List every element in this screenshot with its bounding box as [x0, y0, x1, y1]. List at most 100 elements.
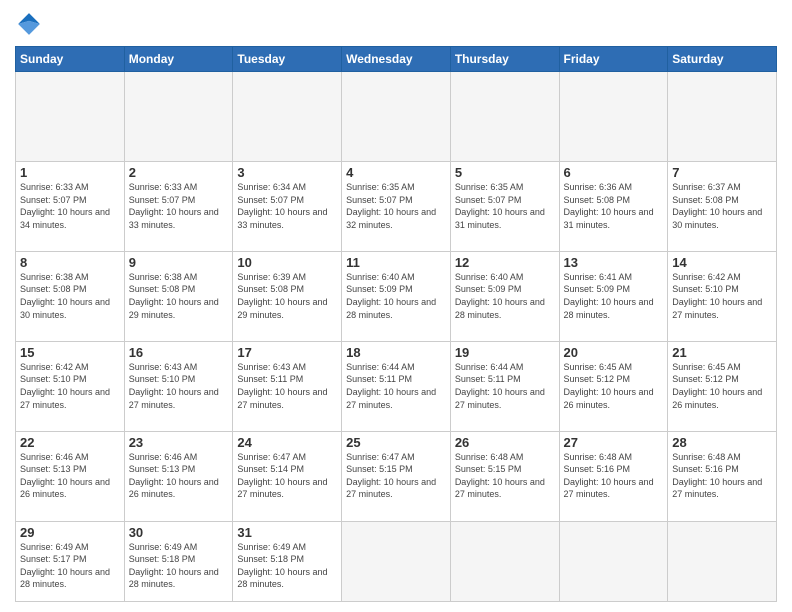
- day-number: 23: [129, 435, 229, 450]
- table-cell: 19Sunrise: 6:44 AMSunset: 5:11 PMDayligh…: [450, 341, 559, 431]
- day-number: 4: [346, 165, 446, 180]
- table-cell: [233, 72, 342, 162]
- day-info: Sunrise: 6:49 AMSunset: 5:18 PMDaylight:…: [129, 541, 229, 591]
- day-info: Sunrise: 6:41 AMSunset: 5:09 PMDaylight:…: [564, 271, 664, 321]
- day-info: Sunrise: 6:36 AMSunset: 5:08 PMDaylight:…: [564, 181, 664, 231]
- day-info: Sunrise: 6:42 AMSunset: 5:10 PMDaylight:…: [672, 271, 772, 321]
- day-number: 1: [20, 165, 120, 180]
- day-number: 18: [346, 345, 446, 360]
- table-cell: 31Sunrise: 6:49 AMSunset: 5:18 PMDayligh…: [233, 521, 342, 601]
- day-number: 13: [564, 255, 664, 270]
- table-cell: 27Sunrise: 6:48 AMSunset: 5:16 PMDayligh…: [559, 431, 668, 521]
- day-number: 14: [672, 255, 772, 270]
- col-friday: Friday: [559, 47, 668, 72]
- day-number: 19: [455, 345, 555, 360]
- day-info: Sunrise: 6:49 AMSunset: 5:18 PMDaylight:…: [237, 541, 337, 591]
- day-number: 28: [672, 435, 772, 450]
- table-cell: 4Sunrise: 6:35 AMSunset: 5:07 PMDaylight…: [342, 161, 451, 251]
- table-cell: [124, 72, 233, 162]
- day-info: Sunrise: 6:48 AMSunset: 5:15 PMDaylight:…: [455, 451, 555, 501]
- table-cell: [342, 72, 451, 162]
- day-number: 31: [237, 525, 337, 540]
- table-cell: 26Sunrise: 6:48 AMSunset: 5:15 PMDayligh…: [450, 431, 559, 521]
- day-info: Sunrise: 6:44 AMSunset: 5:11 PMDaylight:…: [455, 361, 555, 411]
- day-number: 29: [20, 525, 120, 540]
- table-cell: 1Sunrise: 6:33 AMSunset: 5:07 PMDaylight…: [16, 161, 125, 251]
- logo: [15, 10, 47, 38]
- day-number: 10: [237, 255, 337, 270]
- table-cell: 29Sunrise: 6:49 AMSunset: 5:17 PMDayligh…: [16, 521, 125, 601]
- table-cell: 5Sunrise: 6:35 AMSunset: 5:07 PMDaylight…: [450, 161, 559, 251]
- day-number: 24: [237, 435, 337, 450]
- day-number: 25: [346, 435, 446, 450]
- day-number: 7: [672, 165, 772, 180]
- table-cell: 11Sunrise: 6:40 AMSunset: 5:09 PMDayligh…: [342, 251, 451, 341]
- table-cell: [450, 72, 559, 162]
- day-number: 15: [20, 345, 120, 360]
- calendar-header-row: Sunday Monday Tuesday Wednesday Thursday…: [16, 47, 777, 72]
- col-saturday: Saturday: [668, 47, 777, 72]
- day-info: Sunrise: 6:43 AMSunset: 5:11 PMDaylight:…: [237, 361, 337, 411]
- table-cell: 10Sunrise: 6:39 AMSunset: 5:08 PMDayligh…: [233, 251, 342, 341]
- col-wednesday: Wednesday: [342, 47, 451, 72]
- day-info: Sunrise: 6:34 AMSunset: 5:07 PMDaylight:…: [237, 181, 337, 231]
- day-number: 26: [455, 435, 555, 450]
- page: Sunday Monday Tuesday Wednesday Thursday…: [0, 0, 792, 612]
- day-info: Sunrise: 6:47 AMSunset: 5:14 PMDaylight:…: [237, 451, 337, 501]
- day-number: 20: [564, 345, 664, 360]
- day-number: 12: [455, 255, 555, 270]
- table-cell: 23Sunrise: 6:46 AMSunset: 5:13 PMDayligh…: [124, 431, 233, 521]
- table-cell: 20Sunrise: 6:45 AMSunset: 5:12 PMDayligh…: [559, 341, 668, 431]
- col-monday: Monday: [124, 47, 233, 72]
- day-info: Sunrise: 6:35 AMSunset: 5:07 PMDaylight:…: [455, 181, 555, 231]
- table-cell: 30Sunrise: 6:49 AMSunset: 5:18 PMDayligh…: [124, 521, 233, 601]
- table-cell: [668, 72, 777, 162]
- table-cell: 2Sunrise: 6:33 AMSunset: 5:07 PMDaylight…: [124, 161, 233, 251]
- day-info: Sunrise: 6:43 AMSunset: 5:10 PMDaylight:…: [129, 361, 229, 411]
- day-info: Sunrise: 6:38 AMSunset: 5:08 PMDaylight:…: [20, 271, 120, 321]
- day-info: Sunrise: 6:35 AMSunset: 5:07 PMDaylight:…: [346, 181, 446, 231]
- table-cell: 24Sunrise: 6:47 AMSunset: 5:14 PMDayligh…: [233, 431, 342, 521]
- table-cell: 28Sunrise: 6:48 AMSunset: 5:16 PMDayligh…: [668, 431, 777, 521]
- table-cell: [559, 72, 668, 162]
- table-cell: [559, 521, 668, 601]
- table-cell: 22Sunrise: 6:46 AMSunset: 5:13 PMDayligh…: [16, 431, 125, 521]
- table-cell: 9Sunrise: 6:38 AMSunset: 5:08 PMDaylight…: [124, 251, 233, 341]
- table-cell: 12Sunrise: 6:40 AMSunset: 5:09 PMDayligh…: [450, 251, 559, 341]
- table-cell: 17Sunrise: 6:43 AMSunset: 5:11 PMDayligh…: [233, 341, 342, 431]
- table-cell: 14Sunrise: 6:42 AMSunset: 5:10 PMDayligh…: [668, 251, 777, 341]
- day-info: Sunrise: 6:38 AMSunset: 5:08 PMDaylight:…: [129, 271, 229, 321]
- day-number: 5: [455, 165, 555, 180]
- col-tuesday: Tuesday: [233, 47, 342, 72]
- table-cell: 6Sunrise: 6:36 AMSunset: 5:08 PMDaylight…: [559, 161, 668, 251]
- day-number: 21: [672, 345, 772, 360]
- day-number: 22: [20, 435, 120, 450]
- day-number: 2: [129, 165, 229, 180]
- day-info: Sunrise: 6:40 AMSunset: 5:09 PMDaylight:…: [346, 271, 446, 321]
- col-sunday: Sunday: [16, 47, 125, 72]
- day-info: Sunrise: 6:45 AMSunset: 5:12 PMDaylight:…: [672, 361, 772, 411]
- day-info: Sunrise: 6:44 AMSunset: 5:11 PMDaylight:…: [346, 361, 446, 411]
- day-number: 16: [129, 345, 229, 360]
- table-cell: 8Sunrise: 6:38 AMSunset: 5:08 PMDaylight…: [16, 251, 125, 341]
- table-cell: 16Sunrise: 6:43 AMSunset: 5:10 PMDayligh…: [124, 341, 233, 431]
- day-number: 11: [346, 255, 446, 270]
- col-thursday: Thursday: [450, 47, 559, 72]
- table-cell: 7Sunrise: 6:37 AMSunset: 5:08 PMDaylight…: [668, 161, 777, 251]
- day-info: Sunrise: 6:39 AMSunset: 5:08 PMDaylight:…: [237, 271, 337, 321]
- day-info: Sunrise: 6:37 AMSunset: 5:08 PMDaylight:…: [672, 181, 772, 231]
- table-cell: 13Sunrise: 6:41 AMSunset: 5:09 PMDayligh…: [559, 251, 668, 341]
- day-info: Sunrise: 6:48 AMSunset: 5:16 PMDaylight:…: [672, 451, 772, 501]
- calendar-table: Sunday Monday Tuesday Wednesday Thursday…: [15, 46, 777, 602]
- table-cell: 18Sunrise: 6:44 AMSunset: 5:11 PMDayligh…: [342, 341, 451, 431]
- table-cell: [342, 521, 451, 601]
- day-info: Sunrise: 6:46 AMSunset: 5:13 PMDaylight:…: [129, 451, 229, 501]
- header: [15, 10, 777, 38]
- day-info: Sunrise: 6:49 AMSunset: 5:17 PMDaylight:…: [20, 541, 120, 591]
- table-cell: [668, 521, 777, 601]
- day-number: 6: [564, 165, 664, 180]
- table-cell: 3Sunrise: 6:34 AMSunset: 5:07 PMDaylight…: [233, 161, 342, 251]
- table-cell: 25Sunrise: 6:47 AMSunset: 5:15 PMDayligh…: [342, 431, 451, 521]
- day-info: Sunrise: 6:33 AMSunset: 5:07 PMDaylight:…: [129, 181, 229, 231]
- day-number: 8: [20, 255, 120, 270]
